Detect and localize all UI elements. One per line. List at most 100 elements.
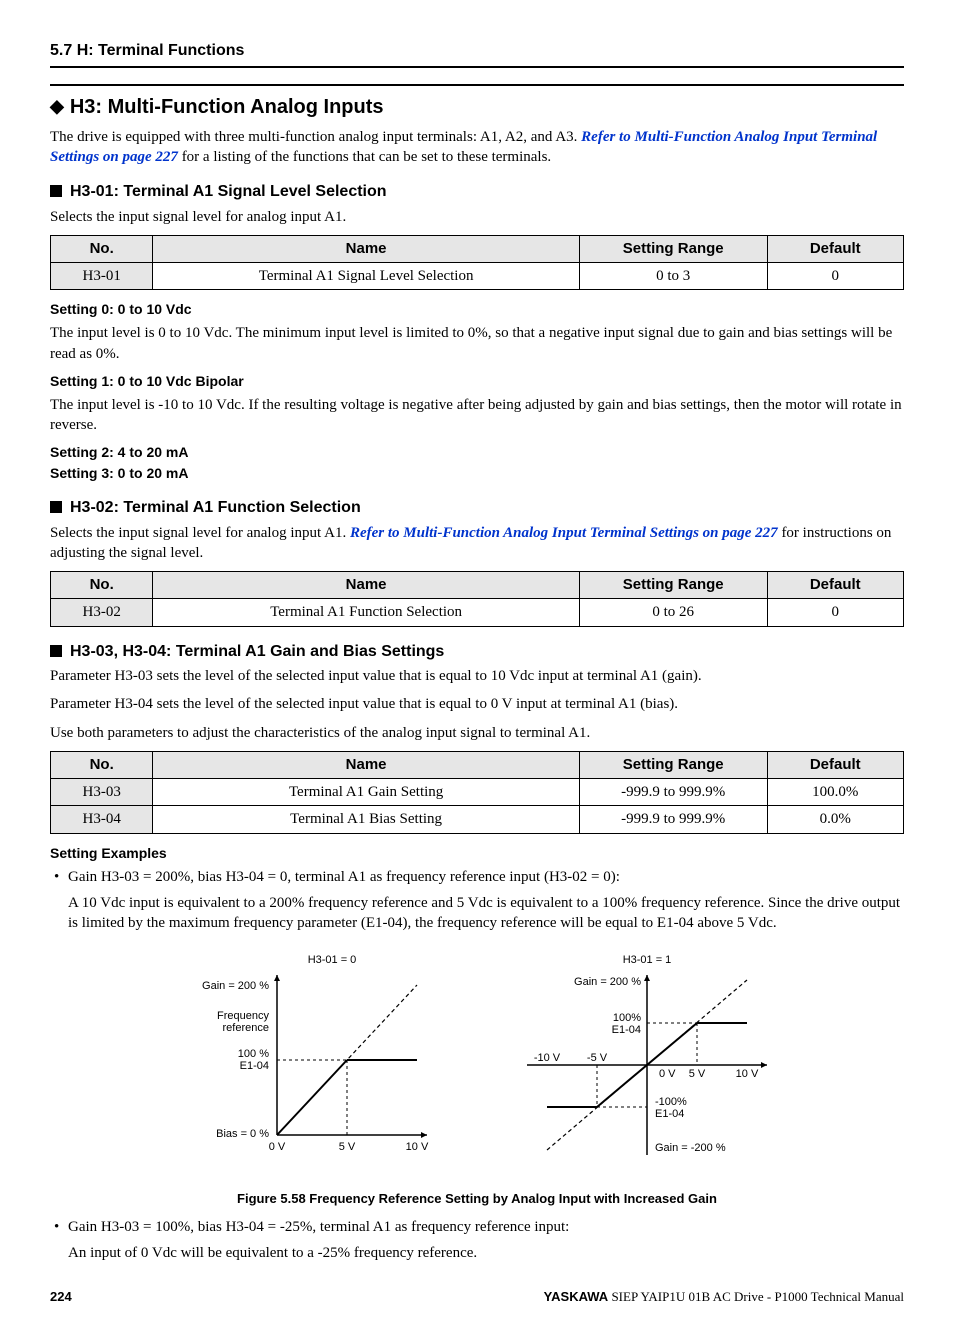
- chart-svg: H3-01 = 0 Gain = 200 % Frequency referen…: [157, 945, 797, 1175]
- setting0-title: Setting 0: 0 to 10 Vdc: [50, 300, 904, 319]
- heading-h30304-text: H3-03, H3-04: Terminal A1 Gain and Bias …: [70, 643, 444, 660]
- left-yl3b: E1-04: [240, 1060, 269, 1072]
- heading-h3-text: H3: Multi-Function Analog Inputs: [70, 96, 384, 118]
- left-bias: Bias = 0 %: [216, 1128, 269, 1140]
- th-default: Default: [767, 751, 903, 778]
- cell-default: 0: [767, 263, 903, 290]
- ex1-line: Gain H3-03 = 200%, bias H3-04 = 0, termi…: [68, 869, 620, 885]
- examples-list-2: Gain H3-03 = 100%, bias H3-04 = -25%, te…: [50, 1217, 904, 1264]
- left-gain: Gain = 200 %: [202, 980, 269, 992]
- cell-range: -999.9 to 999.9%: [579, 779, 767, 806]
- ex2-line: Gain H3-03 = 100%, bias H3-04 = -25%, te…: [68, 1219, 569, 1235]
- table-h302: No. Name Setting Range Default H3-02 Ter…: [50, 571, 904, 627]
- square-icon: [50, 501, 62, 513]
- page-footer: 224 YASKAWA SIEP YAIP1U 01B AC Drive - P…: [50, 1288, 904, 1306]
- cell-name: Terminal A1 Function Selection: [153, 599, 580, 626]
- setting1-body: The input level is -10 to 10 Vdc. If the…: [50, 395, 904, 436]
- examples-title: Setting Examples: [50, 844, 904, 863]
- h30304-p1: Parameter H3-03 sets the level of the se…: [50, 666, 904, 686]
- cell-no: H3-03: [51, 779, 153, 806]
- list-item: Gain H3-03 = 100%, bias H3-04 = -25%, te…: [50, 1217, 904, 1264]
- left-yl3a: 100 %: [238, 1048, 269, 1060]
- cell-name: Terminal A1 Signal Level Selection: [153, 263, 580, 290]
- figure-5-58: H3-01 = 0 Gain = 200 % Frequency referen…: [50, 945, 904, 1181]
- link-analog-input-settings-2[interactable]: Refer to Multi-Function Analog Input Ter…: [350, 525, 778, 541]
- h3-intro-b: for a listing of the functions that can …: [178, 149, 551, 165]
- heading-h301-text: H3-01: Terminal A1 Signal Level Selectio…: [70, 183, 387, 200]
- th-name: Name: [153, 235, 580, 262]
- h302-desc-a: Selects the input signal level for analo…: [50, 525, 350, 541]
- heading-h302-text: H3-02: Terminal A1 Function Selection: [70, 499, 361, 516]
- right-x1: 5 V: [689, 1068, 706, 1080]
- heading-h3-section: ◆ H3: Multi-Function Analog Inputs: [50, 84, 904, 121]
- cell-no: H3-02: [51, 599, 153, 626]
- th-name: Name: [153, 572, 580, 599]
- right-xm1: -5 V: [587, 1052, 608, 1064]
- cell-name: Terminal A1 Gain Setting: [153, 779, 580, 806]
- h3-intro-a: The drive is equipped with three multi-f…: [50, 129, 581, 145]
- cell-range: 0 to 26: [579, 599, 767, 626]
- diamond-icon: ◆: [50, 94, 64, 118]
- th-no: No.: [51, 751, 153, 778]
- table-h301: No. Name Setting Range Default H3-01 Ter…: [50, 235, 904, 291]
- brand-name: YASKAWA: [544, 1289, 609, 1304]
- right-x0: 0 V: [659, 1068, 676, 1080]
- left-yl1: Frequency: [217, 1010, 269, 1022]
- th-no: No.: [51, 235, 153, 262]
- examples-list: Gain H3-03 = 200%, bias H3-04 = 0, termi…: [50, 867, 904, 934]
- table-row: H3-01 Terminal A1 Signal Level Selection…: [51, 263, 904, 290]
- h30304-p2: Parameter H3-04 sets the level of the se…: [50, 694, 904, 714]
- table-h30304: No. Name Setting Range Default H3-03 Ter…: [50, 751, 904, 834]
- cell-name: Terminal A1 Bias Setting: [153, 806, 580, 833]
- table-row: H3-02 Terminal A1 Function Selection 0 t…: [51, 599, 904, 626]
- h301-desc: Selects the input signal level for analo…: [50, 207, 904, 227]
- th-range: Setting Range: [579, 751, 767, 778]
- right-yl1b: E1-04: [612, 1024, 641, 1036]
- left-x0: 0 V: [269, 1141, 286, 1153]
- setting1-title: Setting 1: 0 to 10 Vdc Bipolar: [50, 372, 904, 391]
- th-no: No.: [51, 572, 153, 599]
- heading-h302: H3-02: Terminal A1 Function Selection: [50, 497, 904, 519]
- right-yl2b: E1-04: [655, 1108, 684, 1120]
- figure-caption: Figure 5.58 Frequency Reference Setting …: [50, 1190, 904, 1208]
- right-yl1a: 100%: [613, 1012, 641, 1024]
- manual-title: YASKAWA SIEP YAIP1U 01B AC Drive - P1000…: [544, 1288, 904, 1306]
- cell-no: H3-04: [51, 806, 153, 833]
- right-x2: 10 V: [736, 1068, 759, 1080]
- th-name: Name: [153, 751, 580, 778]
- square-icon: [50, 645, 62, 657]
- h3-intro: The drive is equipped with three multi-f…: [50, 127, 904, 168]
- setting0-body: The input level is 0 to 10 Vdc. The mini…: [50, 323, 904, 364]
- page-number: 224: [50, 1288, 72, 1306]
- h30304-p3: Use both parameters to adjust the charac…: [50, 723, 904, 743]
- ex2-body: An input of 0 Vdc will be equivalent to …: [68, 1243, 904, 1263]
- left-x2: 10 V: [406, 1141, 429, 1153]
- right-yl2a: -100%: [655, 1096, 687, 1108]
- cell-default: 0.0%: [767, 806, 903, 833]
- square-icon: [50, 185, 62, 197]
- left-yl2: reference: [223, 1022, 269, 1034]
- th-range: Setting Range: [579, 572, 767, 599]
- ex1-body: A 10 Vdc input is equivalent to a 200% f…: [68, 893, 904, 934]
- left-title: H3-01 = 0: [308, 954, 357, 966]
- list-item: Gain H3-03 = 200%, bias H3-04 = 0, termi…: [50, 867, 904, 934]
- h302-desc: Selects the input signal level for analo…: [50, 523, 904, 564]
- cell-range: -999.9 to 999.9%: [579, 806, 767, 833]
- heading-h30304: H3-03, H3-04: Terminal A1 Gain and Bias …: [50, 641, 904, 663]
- right-xm2: -10 V: [534, 1052, 561, 1064]
- right-title: H3-01 = 1: [623, 954, 672, 966]
- cell-no: H3-01: [51, 263, 153, 290]
- table-row: H3-03 Terminal A1 Gain Setting -999.9 to…: [51, 779, 904, 806]
- cell-default: 100.0%: [767, 779, 903, 806]
- th-default: Default: [767, 235, 903, 262]
- cell-range: 0 to 3: [579, 263, 767, 290]
- setting2-title: Setting 2: 4 to 20 mA: [50, 443, 904, 462]
- th-default: Default: [767, 572, 903, 599]
- cell-default: 0: [767, 599, 903, 626]
- manual-text: SIEP YAIP1U 01B AC Drive - P1000 Technic…: [608, 1289, 904, 1304]
- right-gain-neg: Gain = -200 %: [655, 1142, 726, 1154]
- heading-h301: H3-01: Terminal A1 Signal Level Selectio…: [50, 181, 904, 203]
- setting3-title: Setting 3: 0 to 20 mA: [50, 464, 904, 483]
- left-x1: 5 V: [339, 1141, 356, 1153]
- right-gain: Gain = 200 %: [574, 976, 641, 988]
